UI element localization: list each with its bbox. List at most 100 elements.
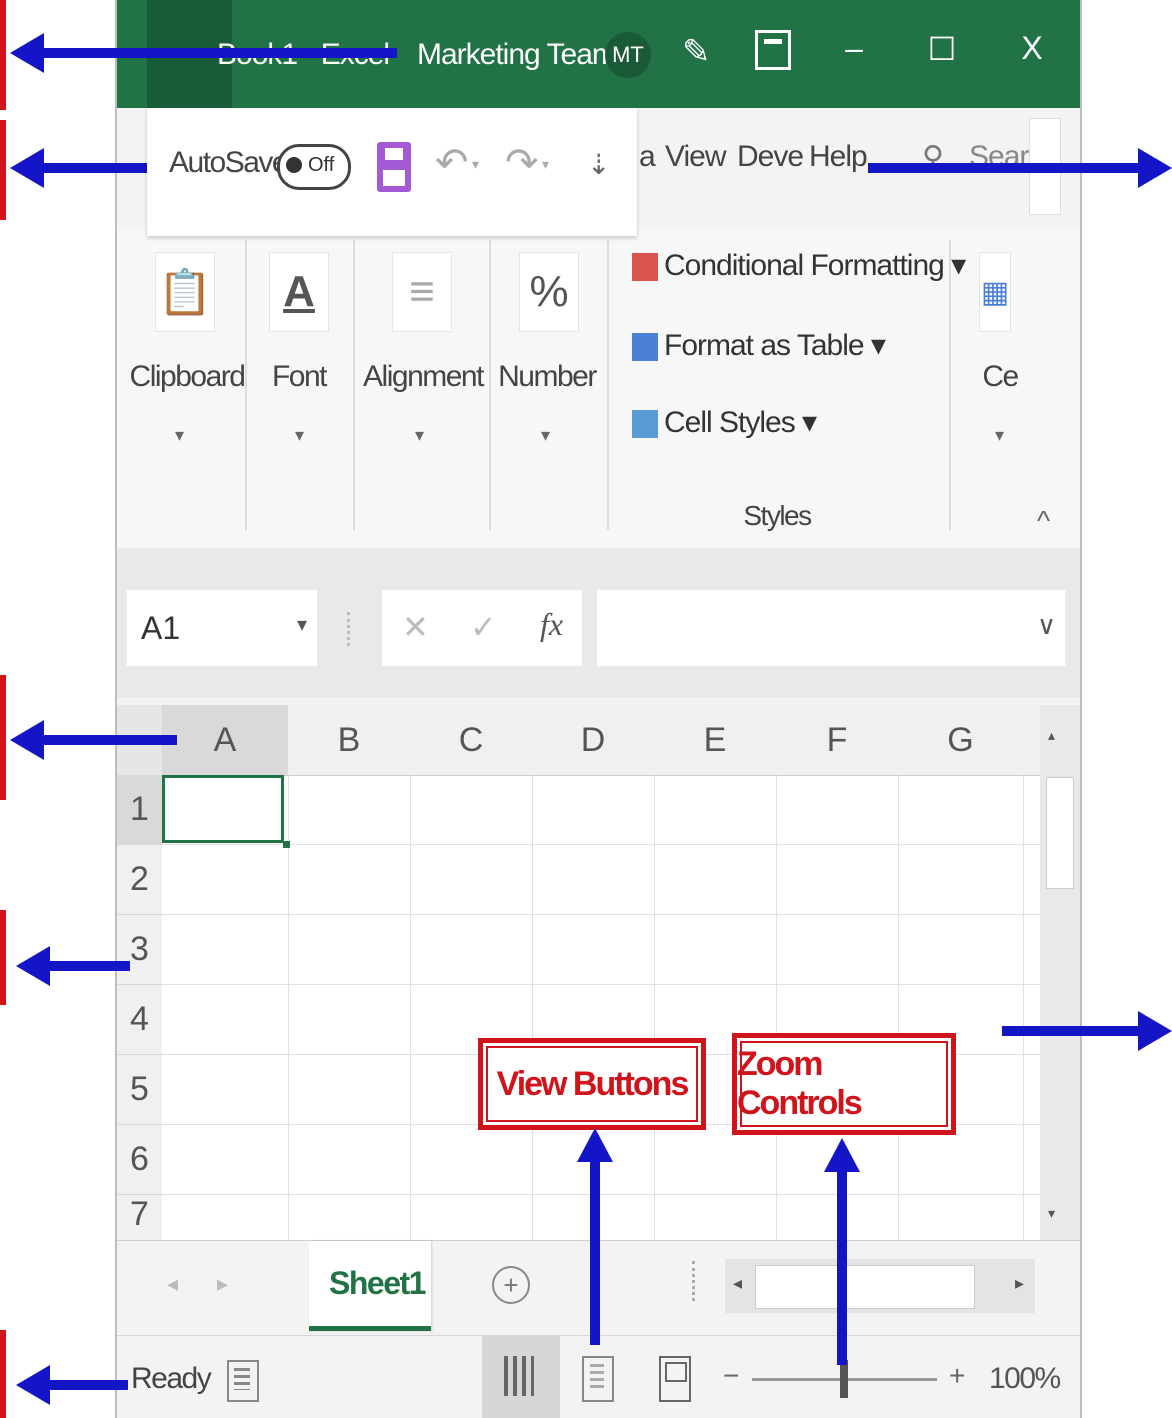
maximize-button[interactable]: ☐ bbox=[917, 30, 967, 68]
cells-icon[interactable]: ▦ bbox=[979, 252, 1011, 332]
column-header[interactable]: E bbox=[654, 705, 777, 776]
sheet-tab-label: Sheet1 bbox=[329, 1265, 426, 1301]
format-as-table-button[interactable]: Format as Table ▾ bbox=[632, 328, 886, 363]
tab-split-handle[interactable] bbox=[692, 1261, 700, 1301]
column-header[interactable]: F bbox=[776, 705, 899, 776]
font-icon[interactable]: A bbox=[269, 252, 329, 332]
callout-view-buttons: View Buttons bbox=[478, 1038, 706, 1130]
row-header[interactable]: 6 bbox=[117, 1125, 162, 1195]
tab-view[interactable]: View bbox=[665, 140, 726, 174]
expand-formula-icon[interactable]: ∨ bbox=[1037, 610, 1056, 641]
scroll-up-icon[interactable]: ▴ bbox=[1048, 727, 1055, 744]
undo-caret[interactable]: ▾ bbox=[472, 156, 479, 173]
add-sheet-button[interactable]: + bbox=[492, 1266, 530, 1304]
callout-zoom-controls: Zoom Controls bbox=[732, 1033, 956, 1135]
autosave-toggle[interactable]: Off bbox=[277, 144, 351, 190]
pen-icon[interactable]: ✎ bbox=[682, 32, 711, 72]
team-name[interactable]: Marketing Team bbox=[417, 38, 617, 72]
group-number[interactable]: Number bbox=[497, 360, 597, 394]
ribbon-display-icon[interactable] bbox=[755, 30, 791, 70]
chevron-down-icon[interactable]: ▾ bbox=[541, 425, 550, 446]
column-header[interactable]: G bbox=[898, 705, 1024, 776]
undo-icon[interactable]: ↶ bbox=[435, 140, 469, 186]
cell-styles-button[interactable]: Cell Styles ▾ bbox=[632, 405, 817, 440]
resize-handle[interactable] bbox=[347, 612, 354, 646]
alignment-icon[interactable]: ≡ bbox=[392, 252, 452, 332]
cancel-icon[interactable]: ✕ bbox=[402, 608, 429, 646]
scroll-right-icon[interactable]: ▸ bbox=[1015, 1273, 1024, 1294]
name-box[interactable]: A1 ▾ bbox=[127, 590, 317, 666]
macro-record-icon[interactable] bbox=[227, 1360, 259, 1402]
vertical-scrollbar[interactable]: ▴ ▾ bbox=[1040, 705, 1080, 1245]
zoom-out-button[interactable]: − bbox=[723, 1360, 739, 1392]
horizontal-scrollbar[interactable]: ◂ ▸ bbox=[725, 1259, 1035, 1313]
toggle-knob bbox=[286, 157, 302, 173]
column-header[interactable]: B bbox=[288, 705, 411, 776]
formula-input[interactable]: ∨ bbox=[597, 590, 1065, 666]
status-ready: Ready bbox=[131, 1362, 212, 1395]
hscroll-thumb[interactable] bbox=[755, 1265, 975, 1309]
next-sheet-icon[interactable]: ▸ bbox=[217, 1271, 228, 1297]
column-header[interactable]: A bbox=[162, 705, 289, 776]
zoom-slider[interactable] bbox=[752, 1360, 937, 1398]
gridline bbox=[410, 775, 411, 1245]
zoom-in-button[interactable]: + bbox=[949, 1360, 965, 1392]
close-button[interactable]: X bbox=[1007, 30, 1057, 67]
row-header[interactable]: 2 bbox=[117, 845, 162, 915]
enter-icon[interactable]: ✓ bbox=[470, 608, 497, 646]
row-header[interactable]: 3 bbox=[117, 915, 162, 985]
page-break-preview-button[interactable] bbox=[659, 1356, 691, 1402]
group-font[interactable]: Font bbox=[259, 360, 339, 394]
row-header[interactable]: 4 bbox=[117, 985, 162, 1055]
prev-sheet-icon[interactable]: ◂ bbox=[167, 1271, 178, 1297]
conditional-formatting-label: Conditional Formatting ▾ bbox=[664, 249, 966, 282]
normal-view-button[interactable] bbox=[482, 1336, 560, 1418]
chevron-down-icon[interactable]: ▾ bbox=[297, 612, 307, 637]
tab-developer[interactable]: Deve bbox=[737, 140, 804, 174]
scroll-left-icon[interactable]: ◂ bbox=[733, 1273, 742, 1294]
zoom-level[interactable]: 100% bbox=[989, 1362, 1061, 1396]
tab-partial[interactable]: a bbox=[639, 140, 656, 174]
sheet-tab-sheet1[interactable]: Sheet1 bbox=[309, 1241, 431, 1331]
redo-caret[interactable]: ▾ bbox=[542, 156, 549, 173]
collapse-ribbon-icon[interactable]: ^ bbox=[1037, 505, 1050, 537]
cell-styles-label: Cell Styles ▾ bbox=[664, 406, 817, 439]
page-layout-view-button[interactable] bbox=[582, 1356, 614, 1402]
row-header[interactable]: 7 bbox=[117, 1195, 162, 1246]
group-divider bbox=[949, 240, 951, 530]
avatar[interactable]: MT bbox=[605, 32, 651, 78]
percent-icon[interactable]: % bbox=[519, 252, 579, 332]
save-icon[interactable] bbox=[377, 142, 411, 192]
redo-icon[interactable]: ↷ bbox=[505, 140, 539, 186]
group-divider bbox=[607, 240, 609, 530]
clipboard-icon[interactable]: 📋 bbox=[155, 252, 215, 332]
gridline bbox=[162, 984, 1040, 985]
format-as-table-label: Format as Table ▾ bbox=[664, 329, 886, 362]
gridline bbox=[898, 775, 899, 1245]
chevron-down-icon[interactable]: ▾ bbox=[175, 425, 184, 446]
active-cell[interactable] bbox=[162, 775, 284, 843]
annotation-arrow bbox=[42, 48, 397, 58]
chevron-down-icon[interactable]: ▾ bbox=[295, 425, 304, 446]
minimize-button[interactable]: – bbox=[829, 30, 879, 67]
scroll-thumb[interactable] bbox=[1046, 777, 1074, 889]
row-header[interactable]: 1 bbox=[117, 775, 162, 845]
insert-function-icon[interactable]: fx bbox=[540, 606, 563, 643]
chevron-down-icon[interactable]: ▾ bbox=[995, 425, 1004, 446]
column-header-partial[interactable] bbox=[1023, 705, 1041, 776]
group-cells[interactable]: Ce bbox=[975, 360, 1025, 394]
arrow-up-icon bbox=[577, 1128, 613, 1162]
customize-qat-icon[interactable]: ⇣ bbox=[587, 148, 610, 181]
chevron-down-icon[interactable]: ▾ bbox=[415, 425, 424, 446]
conditional-formatting-button[interactable]: Conditional Formatting ▾ bbox=[632, 248, 966, 283]
zoom-slider-thumb[interactable] bbox=[840, 1360, 848, 1398]
column-header[interactable]: D bbox=[532, 705, 655, 776]
row-header[interactable]: 5 bbox=[117, 1055, 162, 1125]
scroll-down-icon[interactable]: ▾ bbox=[1048, 1205, 1055, 1222]
annotation-arrow bbox=[42, 735, 177, 745]
fill-handle[interactable] bbox=[283, 841, 290, 848]
group-clipboard[interactable]: Clipboard bbox=[127, 360, 247, 394]
group-alignment[interactable]: Alignment bbox=[359, 360, 487, 394]
column-header[interactable]: C bbox=[410, 705, 533, 776]
tab-help[interactable]: Help bbox=[809, 140, 868, 174]
